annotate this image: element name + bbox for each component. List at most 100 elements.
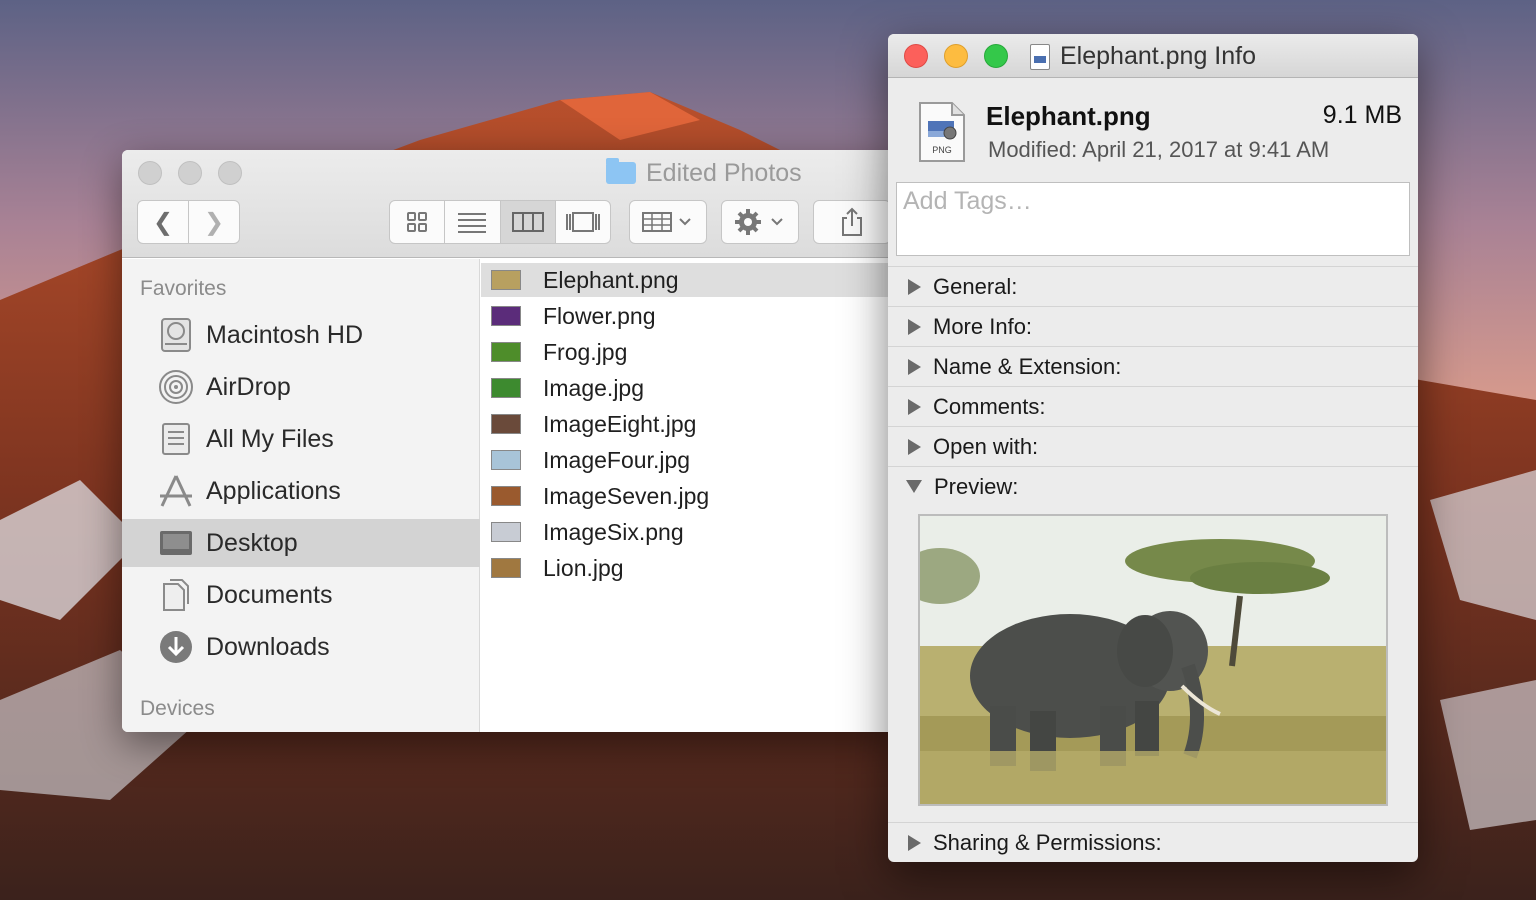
chevron-right-icon: ❯ [203,208,225,236]
list-view-icon [458,213,487,233]
file-thumbnail-icon [491,378,521,398]
icon-view-button[interactable] [390,201,446,243]
modified-date: Modified: April 21, 2017 at 9:41 AM [988,137,1330,162]
icon-type-label: PNG [932,145,952,155]
image-preview [918,514,1388,806]
documents-icon [158,577,194,613]
desktop-icon [158,525,194,561]
column-view-icon [511,212,544,232]
file-row[interactable]: ImageFour.jpg [481,443,902,477]
file-name: Elephant.png [986,101,1151,131]
column-view-button[interactable] [500,201,556,243]
png-file-icon [1030,43,1050,70]
section-more-info[interactable]: More Info: [888,306,1418,346]
group-button[interactable] [629,200,707,244]
file-thumbnail-icon [491,486,521,506]
gallery-view-icon [565,212,600,232]
all-files-icon [158,421,194,457]
sidebar-header-favorites: Favorites [140,277,227,300]
section-open-with[interactable]: Open with: [888,426,1418,466]
list-view-button[interactable] [445,201,501,243]
sidebar-item-label: Desktop [206,528,298,557]
forward-button[interactable]: ❯ [188,200,240,244]
section-sharing-permissions[interactable]: Sharing & Permissions: [888,822,1418,862]
file-name: Image.jpg [543,374,645,401]
sidebar-item-airdrop[interactable]: AirDrop [122,363,480,411]
window-title: Edited Photos [606,158,802,188]
sidebar-item-macintosh-hd[interactable]: Macintosh HD [122,311,480,359]
section-comments[interactable]: Comments: [888,386,1418,426]
share-icon [842,207,862,236]
sidebar-item-label: All My Files [206,424,334,453]
close-button[interactable] [138,161,162,185]
file-thumbnail-icon [491,522,521,542]
finder-window: Edited Photos ❮ ❯ Favorites Macintosh HD… [122,150,902,732]
file-name: Flower.png [543,302,656,329]
sidebar-item-label: Macintosh HD [206,320,363,349]
file-row[interactable]: Elephant.png [481,263,902,297]
file-name: Elephant.png [543,266,679,293]
sidebar-item-label: AirDrop [206,372,291,401]
tags-placeholder: Add Tags… [903,187,1032,215]
file-name: Frog.jpg [543,338,628,365]
zoom-button[interactable] [218,161,242,185]
file-name: ImageEight.jpg [543,410,697,437]
file-size: 9.1 MB [1322,101,1402,129]
share-button[interactable] [813,200,891,244]
sidebar-header-devices: Devices [140,697,215,720]
disclosure-triangle-icon [908,438,921,455]
section-preview[interactable]: Preview: [888,466,1418,506]
file-thumbnail-icon [491,270,521,290]
file-name: ImageSeven.jpg [543,482,710,509]
window-title: Elephant.png Info [1030,42,1256,71]
disclosure-triangle-icon [908,278,921,295]
file-row[interactable]: Image.jpg [481,371,902,405]
action-button[interactable] [721,200,799,244]
gallery-view-button[interactable] [556,201,610,243]
file-row[interactable]: Frog.jpg [481,335,902,369]
disclosure-triangle-icon [908,834,921,851]
view-mode-control [389,200,611,244]
disclosure-triangle-icon [908,398,921,415]
sidebar-item-label: Downloads [206,632,330,661]
file-name: ImageFour.jpg [543,446,691,473]
file-row[interactable]: Lion.jpg [481,551,902,585]
file-row[interactable]: ImageSix.png [481,515,902,549]
info-titlebar: Elephant.png Info [888,34,1418,78]
file-list: Elephant.png Flower.png Frog.jpg Image.jpg I… [481,259,902,732]
section-general[interactable]: General: [888,266,1418,306]
disclosure-triangle-icon [908,318,921,335]
sidebar-item-label: Applications [206,476,341,505]
group-icon [642,212,691,232]
file-name: ImageSix.png [543,518,684,545]
sidebar-item-downloads[interactable]: Downloads [122,623,480,671]
sidebar-item-desktop[interactable]: Desktop [122,519,480,567]
minimize-button[interactable] [944,44,968,68]
file-thumbnail-icon [491,558,521,578]
hard-drive-icon [158,317,194,353]
zoom-button[interactable] [984,44,1008,68]
section-name-extension[interactable]: Name & Extension: [888,346,1418,386]
file-row[interactable]: ImageSeven.jpg [481,479,902,513]
png-file-icon: PNG [919,102,965,162]
folder-icon [606,158,636,184]
file-thumbnail-icon [491,342,521,362]
file-thumbnail-icon [491,306,521,326]
close-button[interactable] [904,44,928,68]
applications-icon [158,473,194,509]
elephant-preview-image [920,516,1386,804]
sidebar-item-applications[interactable]: Applications [122,467,480,515]
disclosure-triangle-icon [908,358,921,375]
sidebar-item-documents[interactable]: Documents [122,571,480,619]
icon-view-icon [407,212,428,232]
file-row[interactable]: ImageEight.jpg [481,407,902,441]
tags-input[interactable]: Add Tags… [896,182,1410,256]
back-button[interactable]: ❮ [137,200,189,244]
minimize-button[interactable] [178,161,202,185]
chevron-left-icon: ❮ [152,208,174,236]
disclosure-triangle-open-icon [906,480,922,493]
sidebar-item-all-my-files[interactable]: All My Files [122,415,480,463]
file-row[interactable]: Flower.png [481,299,902,333]
finder-toolbar: Edited Photos ❮ ❯ [122,150,902,258]
file-thumbnail-icon [491,450,521,470]
